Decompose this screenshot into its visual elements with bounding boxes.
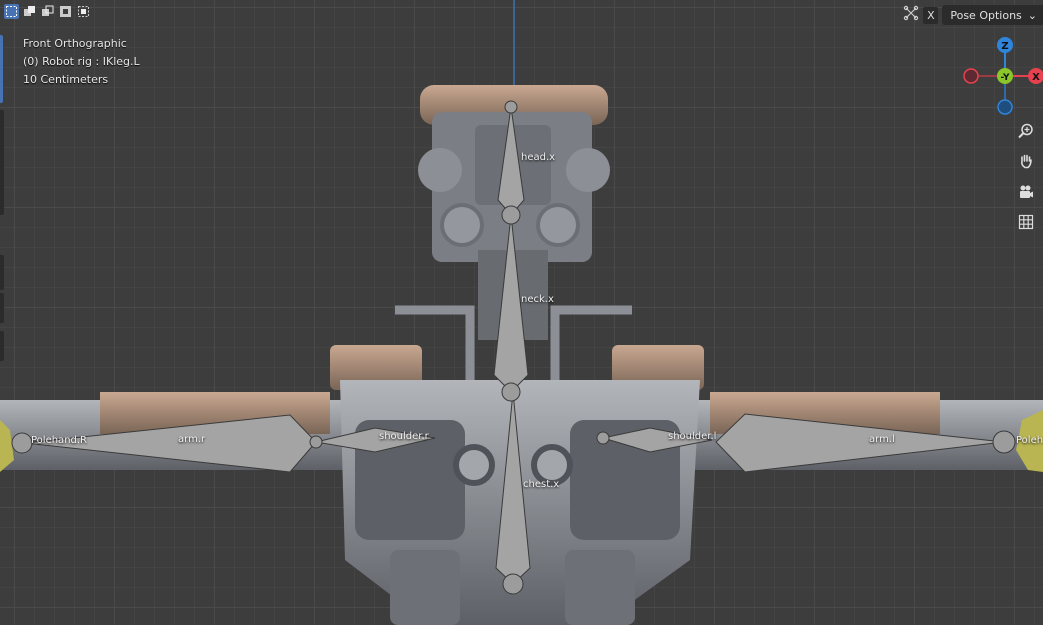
- gizmo-neg-z-axis[interactable]: [997, 99, 1013, 115]
- tool-shelf-tab[interactable]: [0, 255, 4, 290]
- grid-view-icon[interactable]: [1015, 211, 1037, 233]
- invert-icon[interactable]: [58, 4, 73, 19]
- camera-icon[interactable]: [1015, 181, 1037, 203]
- bone-label-neck: neck.x: [521, 294, 554, 305]
- pose-options-dropdown[interactable]: Pose Options ⌄: [942, 5, 1043, 25]
- selection-mode-toolbar: [4, 4, 91, 19]
- bone-label-arm-l: arm.l: [869, 434, 895, 445]
- object-info: (0) Robot rig : IKleg.L: [23, 55, 140, 68]
- tool-shelf-tab[interactable]: [0, 331, 4, 361]
- subtract-icon[interactable]: [40, 4, 55, 19]
- chevron-down-icon: ⌄: [1027, 8, 1037, 22]
- header-controls: X Pose Options ⌄: [903, 5, 1043, 25]
- intersect-icon[interactable]: [76, 4, 91, 19]
- select-box-icon[interactable]: [4, 4, 19, 19]
- tool-shelf-tab[interactable]: [0, 110, 4, 215]
- mirror-icon[interactable]: [903, 5, 919, 25]
- bone-label-chest: chest.x: [523, 479, 560, 490]
- 3d-viewport[interactable]: Front Orthographic (0) Robot rig : IKleg…: [0, 0, 1043, 625]
- x-mirror-toggle[interactable]: X: [923, 6, 939, 24]
- navigation-gizmo[interactable]: Z X -Y: [963, 36, 1043, 116]
- pose-options-label: Pose Options: [950, 8, 1022, 22]
- bone-label-head: head.x: [521, 152, 556, 163]
- bone-label-arm-r: arm.r: [178, 434, 206, 445]
- gizmo-neg-x-axis[interactable]: [963, 68, 979, 84]
- tool-shelf-tab[interactable]: [0, 293, 4, 323]
- viewport-info: Front Orthographic (0) Robot rig : IKleg…: [23, 35, 140, 89]
- extend-icon[interactable]: [22, 4, 37, 19]
- gizmo-x-label: X: [1032, 72, 1040, 83]
- zoom-icon[interactable]: [1015, 120, 1037, 142]
- bone-label-shoulder-l: shoulder.l: [668, 431, 717, 442]
- gizmo-z-label: Z: [1001, 41, 1008, 52]
- viewport-scene: [0, 0, 1043, 625]
- hand-pan-icon[interactable]: [1015, 150, 1037, 172]
- bone-label-polehand-r: Polehand.R: [31, 435, 88, 446]
- view-name: Front Orthographic: [23, 37, 127, 50]
- tool-shelf-active-tab[interactable]: [0, 35, 3, 103]
- bone-label-polehand-l: Poleh: [1016, 435, 1043, 446]
- gizmo-y-label: -Y: [1001, 73, 1010, 83]
- bone-label-shoulder-r: shoulder.r: [379, 431, 429, 442]
- grid-scale: 10 Centimeters: [23, 73, 109, 86]
